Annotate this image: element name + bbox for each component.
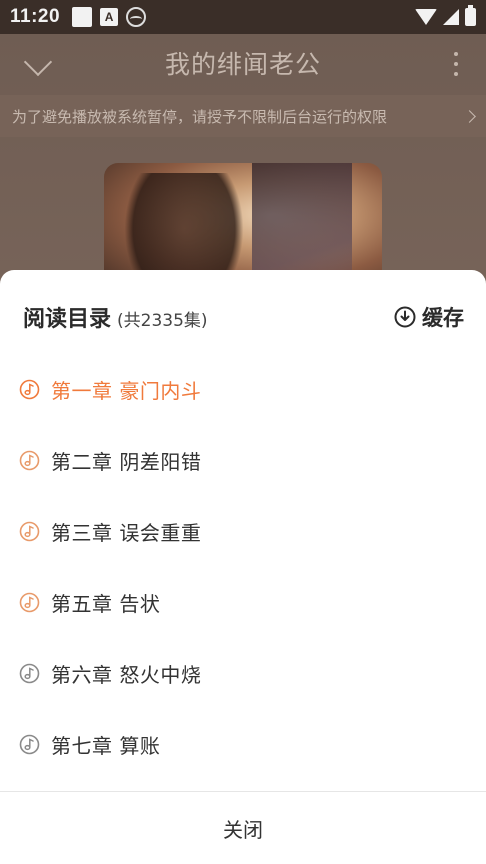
page-title: 我的绯闻老公 xyxy=(164,50,321,79)
chapter-item[interactable]: 第二章 阴差阳错 xyxy=(0,425,486,496)
battery-icon xyxy=(465,5,476,26)
music-note-icon xyxy=(19,521,40,542)
sheet-title: 阅读目录 xyxy=(23,307,112,332)
notice-text: 为了避免播放被系统暂停，请授予不限制后台运行的权限 xyxy=(12,107,388,126)
more-options-icon[interactable] xyxy=(454,52,458,76)
sheet-header: 阅读目录 (共2335集) 缓存 xyxy=(23,300,464,334)
a-icon: A xyxy=(100,8,119,26)
cache-button[interactable]: 缓存 xyxy=(394,302,464,332)
status-left-icons: A xyxy=(72,7,147,27)
chapter-label: 第一章 豪门内斗 xyxy=(51,379,202,403)
chevron-down-icon[interactable] xyxy=(23,47,53,77)
status-right-icons xyxy=(415,5,476,26)
wifi-icon xyxy=(415,9,437,25)
chapter-list: 第一章 豪门内斗 第二章 阴差阳错 第三章 误会重重 第五章 告状第六章 怒火中烧 第七… xyxy=(0,354,486,780)
download-icon xyxy=(394,306,416,328)
catalog-sheet: 阅读目录 (共2335集) 缓存 第一章 豪门内斗 第二章 阴差阳错 第三章 误会重… xyxy=(0,270,486,864)
chapter-label: 第三章 误会重重 xyxy=(51,521,202,545)
chapter-label: 第二章 阴差阳错 xyxy=(51,450,202,474)
chapter-item[interactable]: 第七章 算账 xyxy=(0,709,486,780)
episode-count: (共2335集) xyxy=(117,311,208,331)
music-note-icon xyxy=(19,663,40,684)
chapter-label: 第五章 告状 xyxy=(51,592,161,616)
music-note-icon xyxy=(19,734,40,755)
chapter-item[interactable]: 第五章 告状 xyxy=(0,567,486,638)
chapter-label: 第七章 算账 xyxy=(51,734,161,758)
chapter-label: 第六章 怒火中烧 xyxy=(51,663,202,687)
notification-square-icon xyxy=(72,7,93,27)
close-button[interactable]: 关闭 xyxy=(0,792,486,864)
chapter-item[interactable]: 第六章 怒火中烧 xyxy=(0,638,486,709)
signal-icon xyxy=(443,9,459,25)
permission-notice[interactable]: 为了避免播放被系统暂停，请授予不限制后台运行的权限 xyxy=(0,95,486,137)
chevron-right-icon xyxy=(463,109,476,123)
cache-label: 缓存 xyxy=(422,306,464,330)
chapter-item[interactable]: 第一章 豪门内斗 xyxy=(0,354,486,425)
status-time: 11:20 xyxy=(10,6,61,27)
top-bar: 我的绯闻老公 xyxy=(0,34,486,92)
music-note-icon xyxy=(19,592,40,613)
music-note-icon xyxy=(19,379,40,400)
chapter-item[interactable]: 第三章 误会重重 xyxy=(0,496,486,567)
status-bar: 11:20 A xyxy=(0,0,486,34)
avatar-face-icon xyxy=(126,7,147,27)
music-note-icon xyxy=(19,450,40,471)
